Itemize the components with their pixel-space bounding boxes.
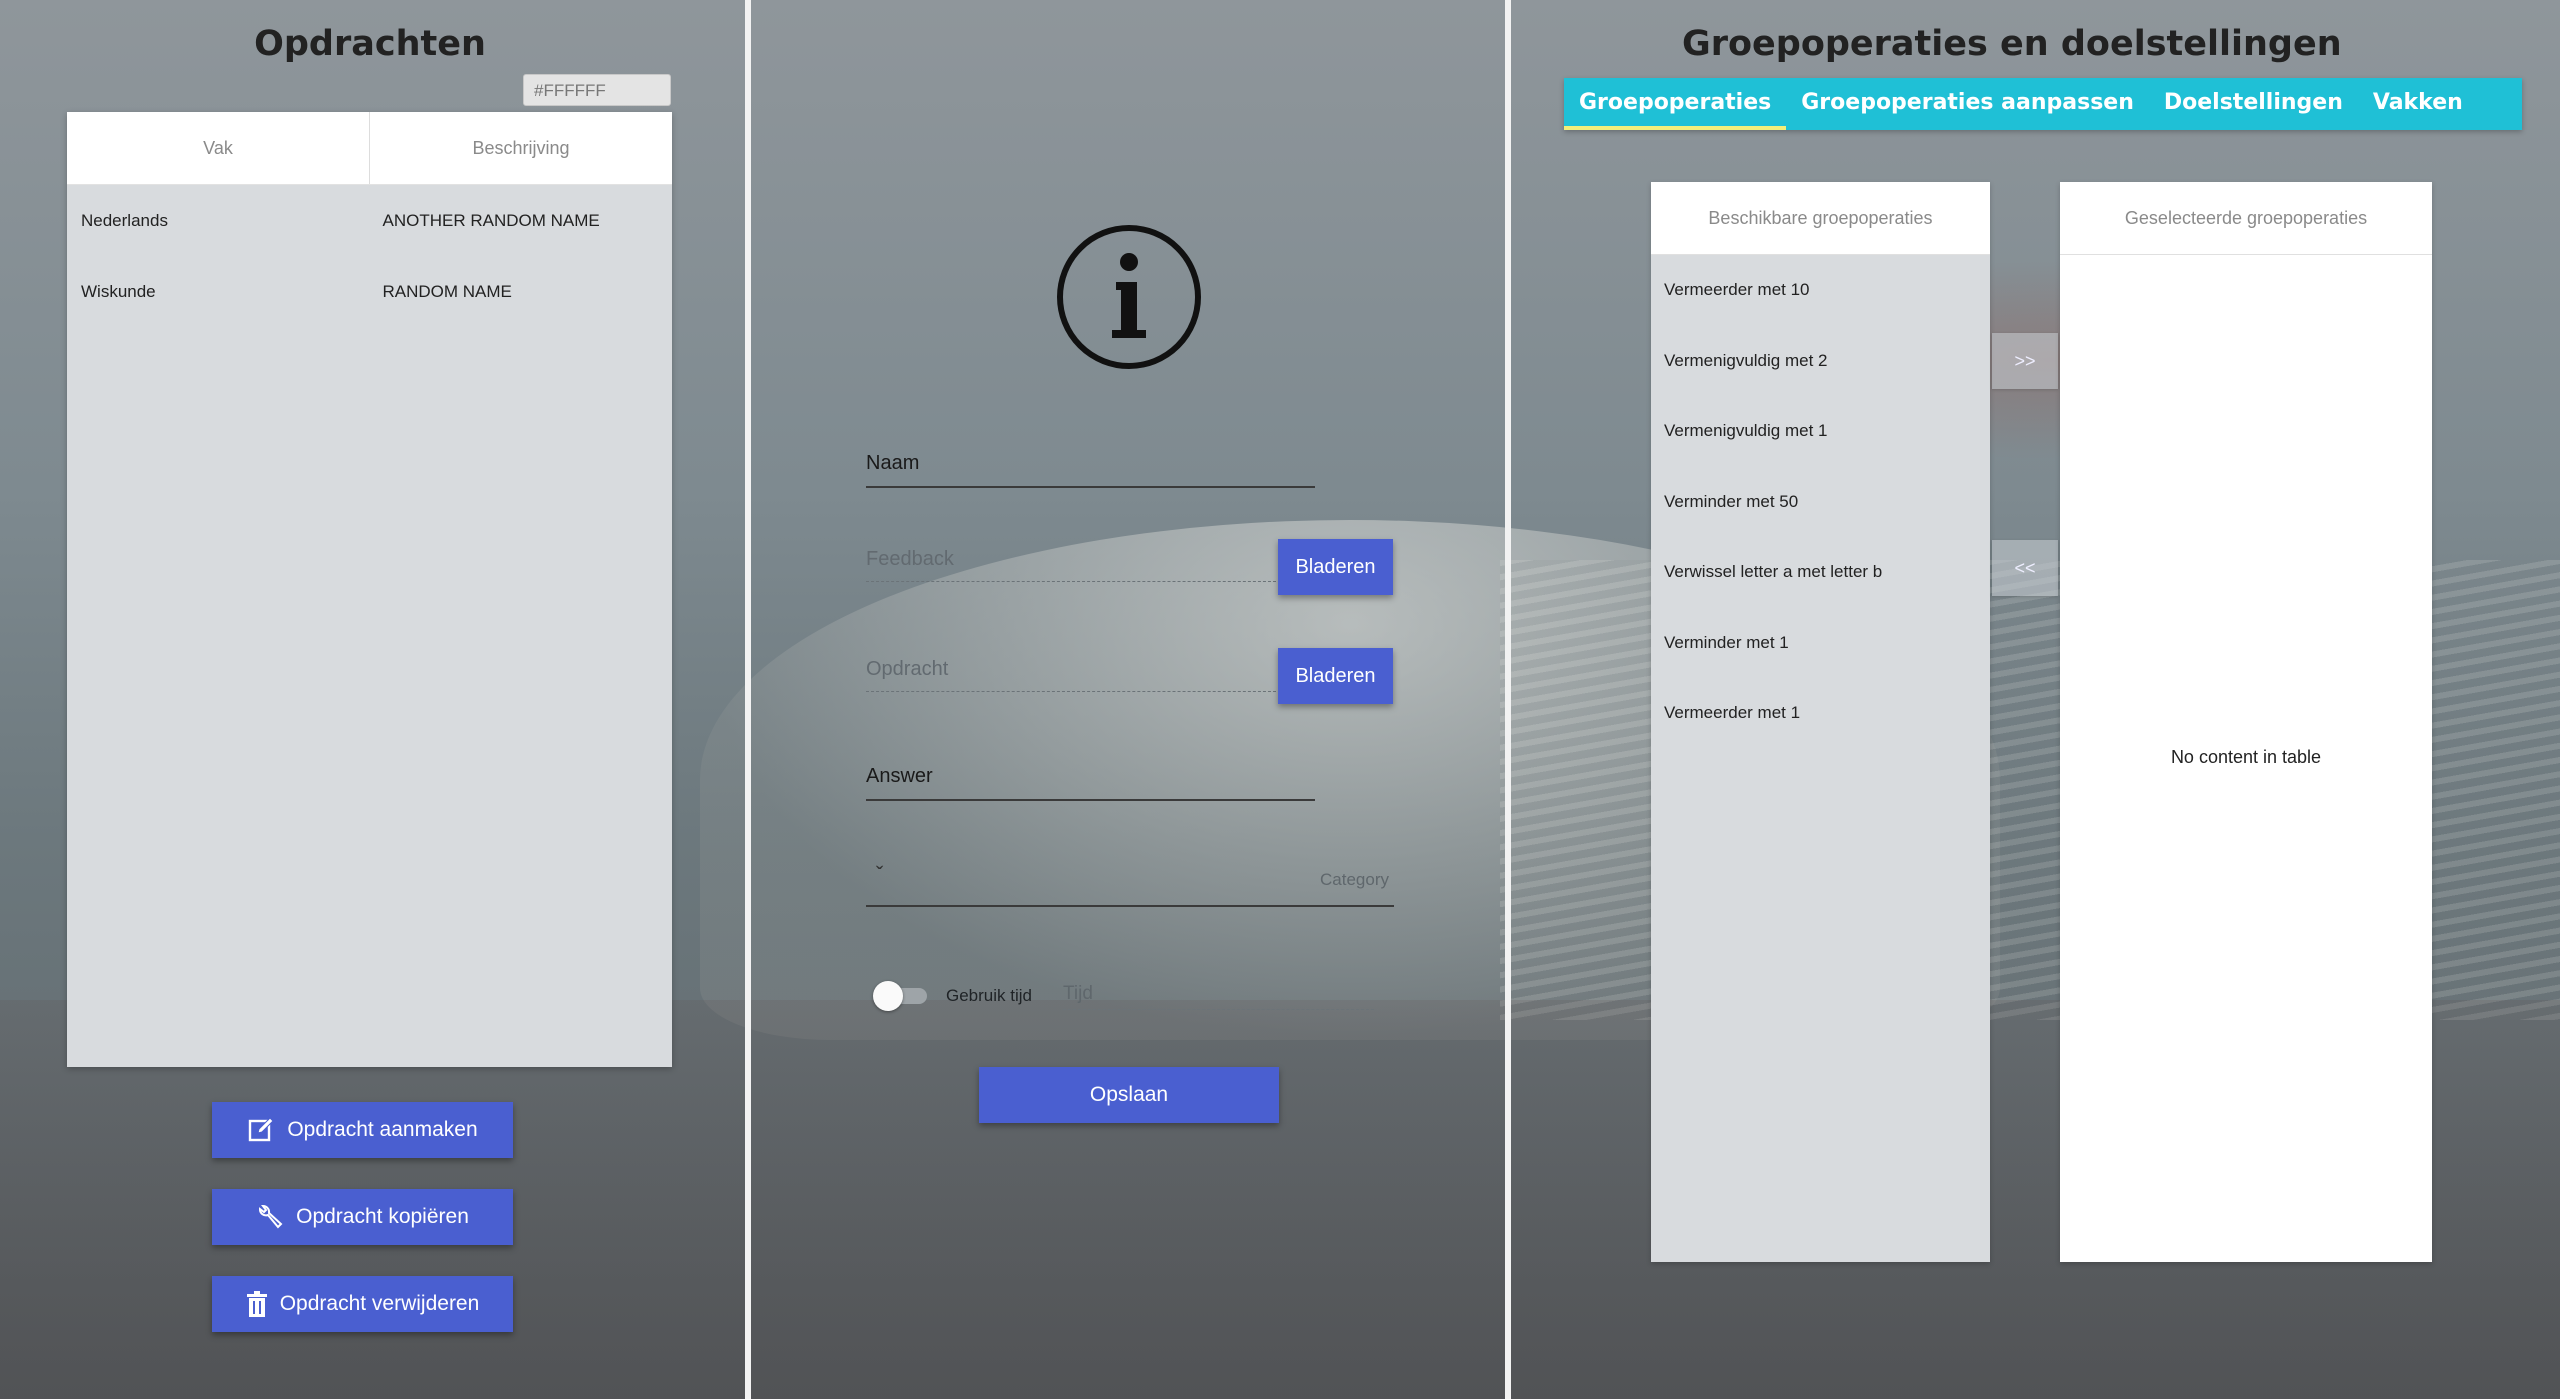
time-field-label: Tijd — [1063, 983, 1093, 1004]
answer-field-label: Answer — [866, 765, 933, 787]
column-header-vak[interactable]: Vak — [67, 112, 369, 184]
tab-vakken[interactable]: Vakken — [2358, 78, 2478, 130]
available-operations-list: Beschikbare groepoperaties Vermeerder me… — [1651, 182, 1990, 1262]
table-header: Vak Beschrijving — [67, 112, 672, 185]
chevron-down-icon: ˇ — [876, 862, 884, 887]
panel-divider-right — [1505, 0, 1511, 1399]
browse-assignment-button[interactable]: Bladeren — [1278, 648, 1393, 704]
wrench-icon — [256, 1203, 284, 1231]
save-button[interactable]: Opslaan — [979, 1067, 1279, 1123]
cell-vak: Nederlands — [81, 210, 168, 230]
browse-feedback-button[interactable]: Bladeren — [1278, 539, 1393, 595]
use-time-label: Gebruik tijd — [946, 986, 1032, 1005]
empty-table-message: No content in table — [2170, 747, 2322, 767]
assignments-title: Opdrachten — [254, 24, 486, 64]
color-value-field[interactable]: #FFFFFF — [523, 74, 671, 106]
cell-beschrijving: ANOTHER RANDOM NAME — [382, 210, 600, 230]
list-item[interactable]: Verminder met 1 — [1651, 608, 1990, 679]
trash-icon — [246, 1290, 268, 1318]
create-assignment-button[interactable]: Opdracht aanmaken — [212, 1102, 513, 1158]
list-item[interactable]: Vermeerder met 1 — [1651, 678, 1990, 749]
time-input[interactable] — [1063, 1009, 1374, 1010]
delete-assignment-label: Opdracht verwijderen — [279, 1292, 480, 1315]
tab-doelstellingen[interactable]: Doelstellingen — [2149, 78, 2358, 130]
move-right-button[interactable]: >> — [1992, 333, 2058, 389]
list-item[interactable]: Vermeerder met 10 — [1651, 255, 1990, 326]
assignments-table: Vak Beschrijving Nederlands ANOTHER RAND… — [67, 112, 672, 1067]
edit-icon — [247, 1116, 275, 1144]
name-input[interactable] — [866, 486, 1315, 488]
column-header-beschrijving[interactable]: Beschrijving — [369, 112, 672, 184]
assignment-field-label: Opdracht — [866, 658, 949, 680]
list-item[interactable]: Verwissel letter a met letter b — [1651, 537, 1990, 608]
toggle-knob — [873, 981, 903, 1011]
copy-assignment-label: Opdracht kopiëren — [296, 1205, 469, 1228]
move-left-button[interactable]: << — [1992, 540, 2058, 596]
panel-divider-left — [745, 0, 751, 1399]
list-item[interactable]: Vermenigvuldig met 2 — [1651, 326, 1990, 397]
table-row[interactable]: Nederlands ANOTHER RANDOM NAME — [67, 185, 672, 256]
category-select[interactable] — [866, 905, 1394, 907]
list-item[interactable]: Vermenigvuldig met 1 — [1651, 396, 1990, 467]
category-label: Category — [1320, 870, 1389, 889]
name-field-label: Naam — [866, 452, 920, 474]
group-operations-title: Groepoperaties en doelstellingen — [1682, 24, 2342, 64]
use-time-toggle[interactable] — [873, 981, 933, 1011]
feedback-input[interactable] — [866, 581, 1276, 582]
cell-beschrijving: RANDOM NAME — [382, 281, 512, 301]
available-operations-header: Beschikbare groepoperaties — [1651, 182, 1990, 255]
selected-operations-list: Geselecteerde groepoperaties No content … — [2060, 182, 2432, 1262]
delete-assignment-button[interactable]: Opdracht verwijderen — [212, 1276, 513, 1332]
feedback-field-label: Feedback — [866, 548, 954, 570]
copy-assignment-button[interactable]: Opdracht kopiëren — [212, 1189, 513, 1245]
cell-vak: Wiskunde — [81, 281, 156, 301]
tab-groepoperaties-aanpassen[interactable]: Groepoperaties aanpassen — [1786, 78, 2149, 130]
tab-bar: Groepoperaties Groepoperaties aanpassen … — [1564, 78, 2522, 130]
tab-groepoperaties[interactable]: Groepoperaties — [1564, 78, 1787, 130]
list-item[interactable]: Verminder met 50 — [1651, 467, 1990, 538]
info-icon — [1056, 224, 1202, 375]
selected-operations-header: Geselecteerde groepoperaties — [2060, 182, 2432, 255]
answer-input[interactable] — [866, 799, 1315, 801]
assignment-input[interactable] — [866, 691, 1276, 692]
create-assignment-label: Opdracht aanmaken — [287, 1118, 478, 1141]
table-row[interactable]: Wiskunde RANDOM NAME — [67, 256, 672, 327]
